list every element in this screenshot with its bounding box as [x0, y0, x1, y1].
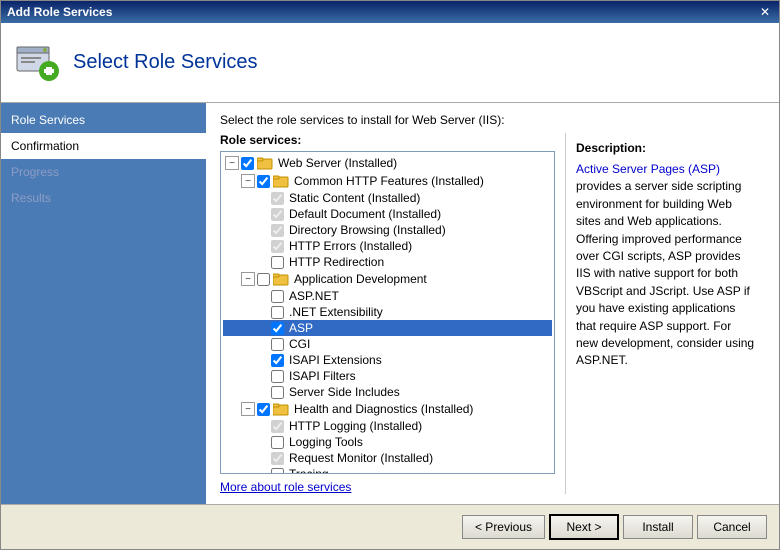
tree-row[interactable]: Static Content (Installed)	[223, 190, 552, 206]
tree-row[interactable]: CGI	[223, 336, 552, 352]
tree-checkbox[interactable]	[271, 370, 284, 383]
tree-row[interactable]: ASP.NET	[223, 288, 552, 304]
window-title: Add Role Services	[7, 5, 112, 19]
tree-item-label: Default Document (Installed)	[289, 207, 441, 221]
panels-row: Role services: − Web Server (Installed) − C…	[220, 133, 765, 494]
tree-item-label: ASP.NET	[289, 289, 339, 303]
tree-checkbox[interactable]	[271, 306, 284, 319]
sidebar: Role ServicesConfirmationProgressResults	[1, 103, 206, 504]
tree-item-label: Application Development	[294, 272, 427, 286]
tree-item-label: CGI	[289, 337, 310, 351]
header: Select Role Services	[1, 23, 779, 103]
left-section: Role services: − Web Server (Installed) − C…	[220, 133, 555, 494]
tree-checkbox	[271, 208, 284, 221]
tree-row[interactable]: ISAPI Extensions	[223, 352, 552, 368]
header-icon	[13, 39, 61, 87]
tree-checkbox	[271, 420, 284, 433]
tree-item-label: HTTP Redirection	[289, 255, 384, 269]
main-content: Select the role services to install for …	[206, 103, 779, 504]
prev-button[interactable]: < Previous	[462, 515, 545, 539]
more-link-anchor[interactable]: More about role services	[220, 480, 351, 494]
tree-item-label: Logging Tools	[289, 435, 363, 449]
tree-row[interactable]: HTTP Redirection	[223, 254, 552, 270]
tree-row[interactable]: − Health and Diagnostics (Installed)	[223, 400, 552, 418]
tree-checkbox[interactable]	[271, 354, 284, 367]
tree-checkbox[interactable]	[257, 403, 270, 416]
sidebar-item-role-services[interactable]: Role Services	[1, 107, 206, 133]
tree-checkbox	[271, 240, 284, 253]
tree-row[interactable]: Logging Tools	[223, 434, 552, 450]
tree-checkbox[interactable]	[257, 273, 270, 286]
tree-row[interactable]: Server Side Includes	[223, 384, 552, 400]
sidebar-item-results[interactable]: Results	[1, 185, 206, 211]
install-button[interactable]: Install	[623, 515, 693, 539]
folder-icon	[273, 401, 289, 417]
collapse-icon[interactable]: −	[241, 272, 255, 286]
tree-row[interactable]: Tracing	[223, 466, 552, 474]
tree-panel[interactable]: − Web Server (Installed) − Common HTTP Feat…	[220, 151, 555, 474]
tree-item-label: Request Monitor (Installed)	[289, 451, 433, 465]
tree-row[interactable]: − Application Development	[223, 270, 552, 288]
tree-item-label: HTTP Errors (Installed)	[289, 239, 412, 253]
tree-item-label: Health and Diagnostics (Installed)	[294, 402, 473, 416]
tree-checkbox	[271, 192, 284, 205]
tree-item-label: ISAPI Extensions	[289, 353, 382, 367]
desc-title: Description:	[576, 141, 755, 155]
desc-text: Active Server Pages (ASP) provides a ser…	[576, 161, 755, 370]
tree-item-label: ISAPI Filters	[289, 369, 356, 383]
tree-item-label: Tracing	[289, 467, 329, 474]
folder-icon	[273, 271, 289, 287]
tree-checkbox[interactable]	[271, 322, 284, 335]
tree-checkbox[interactable]	[271, 290, 284, 303]
more-link: More about role services	[220, 480, 555, 494]
tree-item-label: HTTP Logging (Installed)	[289, 419, 422, 433]
tree-item-label: Common HTTP Features (Installed)	[294, 174, 484, 188]
collapse-icon[interactable]: −	[241, 174, 255, 188]
tree-item-label: ASP	[289, 321, 313, 335]
tree-row[interactable]: .NET Extensibility	[223, 304, 552, 320]
sidebar-item-progress[interactable]: Progress	[1, 159, 206, 185]
tree-row[interactable]: ASP	[223, 320, 552, 336]
tree-item-label: Directory Browsing (Installed)	[289, 223, 446, 237]
collapse-icon[interactable]: −	[225, 156, 239, 170]
collapse-icon[interactable]: −	[241, 402, 255, 416]
content-area: Role ServicesConfirmationProgressResults…	[1, 103, 779, 504]
tree-item-label: Server Side Includes	[289, 385, 400, 399]
tree-row[interactable]: Directory Browsing (Installed)	[223, 222, 552, 238]
tree-checkbox	[271, 224, 284, 237]
tree-checkbox[interactable]	[271, 256, 284, 269]
tree-row[interactable]: Default Document (Installed)	[223, 206, 552, 222]
tree-item-label: .NET Extensibility	[289, 305, 383, 319]
tree-row[interactable]: HTTP Logging (Installed)	[223, 418, 552, 434]
description-panel: Description: Active Server Pages (ASP) p…	[565, 133, 765, 494]
tree-item-label: Static Content (Installed)	[289, 191, 420, 205]
folder-icon	[273, 173, 289, 189]
tree-checkbox[interactable]	[271, 468, 284, 475]
cancel-button[interactable]: Cancel	[697, 515, 767, 539]
tree-row[interactable]: HTTP Errors (Installed)	[223, 238, 552, 254]
tree-row[interactable]: − Common HTTP Features (Installed)	[223, 172, 552, 190]
tree-checkbox[interactable]	[241, 157, 254, 170]
role-services-label: Role services:	[220, 133, 555, 147]
tree-checkbox[interactable]	[271, 338, 284, 351]
tree-checkbox[interactable]	[271, 386, 284, 399]
main-description: Select the role services to install for …	[220, 113, 765, 127]
main-window: Add Role Services ✕ Select Role Services	[0, 0, 780, 550]
tree-row[interactable]: − Web Server (Installed)	[223, 154, 552, 172]
tree-item-label: Web Server (Installed)	[278, 156, 397, 170]
footer: < Previous Next > Install Cancel	[1, 504, 779, 549]
tree-checkbox	[271, 452, 284, 465]
folder-icon	[257, 155, 273, 171]
sidebar-item-confirmation[interactable]: Confirmation	[1, 133, 206, 159]
tree-checkbox[interactable]	[257, 175, 270, 188]
tree-row[interactable]: Request Monitor (Installed)	[223, 450, 552, 466]
page-title: Select Role Services	[73, 51, 258, 74]
close-button[interactable]: ✕	[757, 5, 773, 19]
desc-asp-link[interactable]: Active Server Pages (ASP)	[576, 162, 720, 176]
tree-checkbox[interactable]	[271, 436, 284, 449]
tree-row[interactable]: ISAPI Filters	[223, 368, 552, 384]
next-button[interactable]: Next >	[549, 514, 619, 540]
title-bar: Add Role Services ✕	[1, 1, 779, 23]
